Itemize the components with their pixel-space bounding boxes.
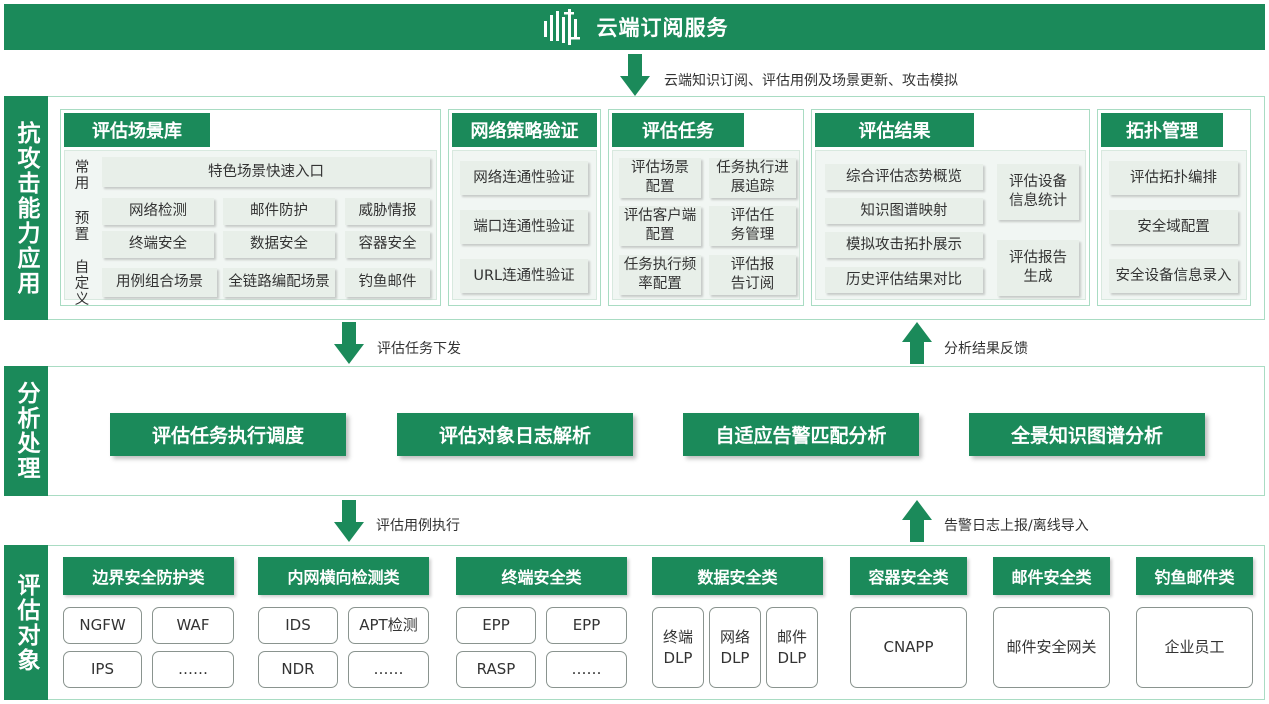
task-progress-tracking[interactable]: 任务执行进展追踪: [709, 158, 796, 198]
result-history-compare[interactable]: 历史评估结果对比: [825, 267, 983, 293]
task-scheduling-module[interactable]: 评估任务执行调度: [110, 413, 346, 456]
object-mail-dlp-label: 邮件DLP: [776, 627, 807, 667]
knowledge-graph-module[interactable]: 全景知识图谱分析: [969, 413, 1205, 456]
scenario-threat-intel[interactable]: 威胁情报: [345, 198, 430, 225]
object-epp-2[interactable]: EPP: [546, 607, 627, 644]
objects-layer-label: 评估对象: [4, 545, 48, 700]
scenario-endpoint-security[interactable]: 终端安全: [102, 231, 214, 258]
phishing-mail-title: 钓鱼邮件类: [1136, 557, 1253, 595]
mail-security-title: 邮件安全类: [993, 557, 1110, 595]
cloud-logo-icon: [543, 9, 580, 45]
feedback-up-arrow-icon: [902, 322, 932, 364]
data-security-title: 数据安全类: [652, 557, 823, 595]
security-domain-config[interactable]: 安全域配置: [1109, 210, 1238, 244]
object-endpoint-dlp[interactable]: 终端DLP: [652, 607, 704, 688]
port-connectivity-verify[interactable]: 端口连通性验证: [460, 210, 588, 244]
scenario-usecase-combo[interactable]: 用例组合场景: [102, 268, 217, 297]
security-device-entry[interactable]: 安全设备信息录入: [1109, 259, 1238, 293]
scenario-library-title: 评估场景库: [64, 113, 210, 147]
object-ngfw[interactable]: NGFW: [63, 607, 142, 644]
down-arrow-icon: [620, 54, 650, 96]
topology-title: 拓扑管理: [1101, 113, 1223, 147]
network-connectivity-verify[interactable]: 网络连通性验证: [460, 161, 588, 195]
task-frequency-config-label: 任务执行频率配置: [623, 257, 697, 292]
attack-layer-label: 抗攻击能力应用: [4, 96, 48, 320]
result-report-generate[interactable]: 评估报告生成: [997, 240, 1079, 296]
task-management[interactable]: 评估任务管理: [709, 206, 796, 246]
scenario-full-chain[interactable]: 全链路编配场景: [223, 268, 335, 297]
object-mail-gateway[interactable]: 邮件安全网关: [993, 607, 1110, 688]
task-client-config[interactable]: 评估客户端配置: [619, 206, 701, 246]
execute-down-arrow-icon: [334, 500, 364, 542]
policy-verify-title: 网络策略验证: [452, 113, 597, 147]
result-knowledge-graph[interactable]: 知识图谱映射: [825, 198, 983, 224]
execute-caption: 评估用例执行: [376, 518, 460, 534]
object-endpoint-dlp-label: 终端DLP: [662, 627, 693, 667]
row-label-preset: 预置: [74, 211, 90, 243]
lateral-detection-title: 内网横向检测类: [258, 557, 429, 595]
feedback-caption: 分析结果反馈: [944, 341, 1028, 357]
objects-layer-text: 评估对象: [13, 572, 39, 673]
object-apt-detection[interactable]: APT检测: [348, 607, 429, 644]
report-up-arrow-icon: [902, 500, 932, 542]
object-network-dlp[interactable]: 网络DLP: [709, 607, 761, 688]
object-mail-dlp[interactable]: 邮件DLP: [766, 607, 818, 688]
dispatch-down-arrow-icon: [334, 322, 364, 364]
url-connectivity-verify[interactable]: URL连通性验证: [460, 259, 588, 293]
analysis-layer-label: 分析处理: [4, 366, 48, 496]
object-network-dlp-label: 网络DLP: [719, 627, 750, 667]
object-ndr[interactable]: NDR: [258, 651, 338, 688]
object-lateral-more[interactable]: ……: [348, 651, 429, 688]
dispatch-caption: 评估任务下发: [377, 341, 461, 357]
endpoint-security-title: 终端安全类: [456, 557, 627, 595]
result-overview[interactable]: 综合评估态势概览: [825, 164, 983, 190]
report-caption: 告警日志上报/离线导入: [944, 518, 1089, 534]
analysis-layer-text: 分析处理: [13, 381, 39, 481]
task-report-subscribe-label: 评估报告订阅: [730, 257, 775, 292]
task-frequency-config[interactable]: 任务执行频率配置: [619, 255, 701, 295]
topology-orchestration[interactable]: 评估拓扑编排: [1109, 161, 1238, 195]
result-device-stats[interactable]: 评估设备信息统计: [997, 164, 1079, 220]
task-report-subscribe[interactable]: 评估报告订阅: [709, 255, 796, 295]
boundary-security-title: 边界安全防护类: [63, 557, 234, 595]
object-waf[interactable]: WAF: [152, 607, 234, 644]
task-client-config-label: 评估客户端配置: [623, 208, 697, 243]
row-label-common: 常用: [74, 160, 90, 192]
cloud-subscription-banner: 云端订阅服务: [4, 4, 1265, 50]
result-attack-topology[interactable]: 模拟攻击拓扑展示: [825, 232, 983, 258]
task-scenario-config-label: 评估场景配置: [631, 160, 689, 195]
container-security-title: 容器安全类: [850, 557, 967, 595]
object-rasp[interactable]: RASP: [456, 651, 536, 688]
result-device-stats-label: 评估设备信息统计: [1009, 174, 1067, 209]
scenario-data-security[interactable]: 数据安全: [223, 231, 335, 258]
object-employees[interactable]: 企业员工: [1136, 607, 1253, 688]
object-cnapp[interactable]: CNAPP: [850, 607, 967, 688]
task-management-label: 评估任务管理: [730, 208, 775, 243]
task-progress-tracking-label: 任务执行进展追踪: [716, 160, 789, 195]
eval-task-title: 评估任务: [612, 113, 744, 147]
row-label-custom: 自定义: [74, 260, 90, 308]
task-scenario-config[interactable]: 评估场景配置: [619, 158, 701, 198]
object-ips[interactable]: IPS: [63, 651, 142, 688]
result-report-generate-label: 评估报告生成: [1009, 250, 1067, 285]
cloud-update-caption: 云端知识订阅、评估用例及场景更新、攻击模拟: [664, 73, 958, 89]
scenario-mail-protection[interactable]: 邮件防护: [223, 198, 335, 225]
featured-scenario-entry[interactable]: 特色场景快速入口: [102, 157, 430, 187]
object-endpoint-more[interactable]: ……: [546, 651, 627, 688]
alert-matching-module[interactable]: 自适应告警匹配分析: [683, 413, 919, 456]
attack-layer-text: 抗攻击能力应用: [13, 120, 39, 296]
scenario-network-detection[interactable]: 网络检测: [102, 198, 214, 225]
banner-title: 云端订阅服务: [596, 16, 729, 40]
object-boundary-more[interactable]: ……: [152, 651, 234, 688]
eval-result-title: 评估结果: [815, 113, 974, 147]
log-parsing-module[interactable]: 评估对象日志解析: [397, 413, 633, 456]
object-epp-1[interactable]: EPP: [456, 607, 536, 644]
scenario-container-security[interactable]: 容器安全: [345, 231, 430, 258]
scenario-phishing-mail[interactable]: 钓鱼邮件: [345, 268, 430, 297]
object-ids[interactable]: IDS: [258, 607, 338, 644]
